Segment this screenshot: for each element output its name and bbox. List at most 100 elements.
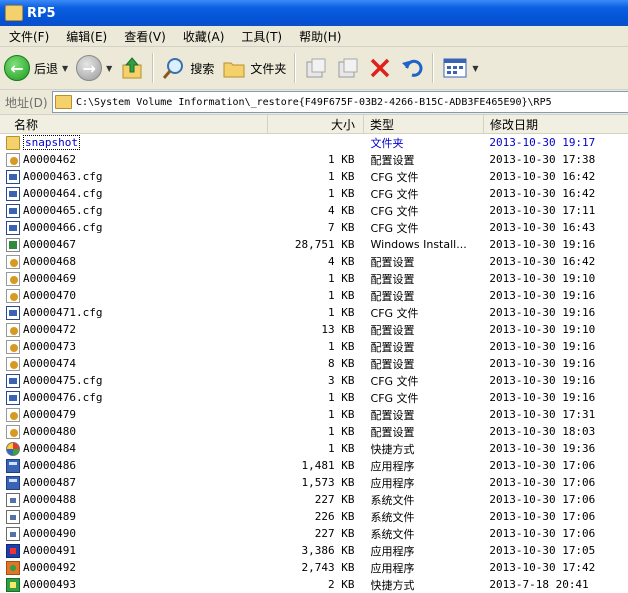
cfg-icon xyxy=(6,186,20,201)
file-name[interactable]: A0000489 xyxy=(23,510,76,523)
file-type: 配置设置 xyxy=(370,255,415,269)
folder-up-icon xyxy=(122,57,142,79)
file-name[interactable]: A0000472 xyxy=(23,323,76,336)
file-name[interactable]: A0000462 xyxy=(23,153,76,166)
file-date: 2013-10-30 17:06 xyxy=(489,510,596,523)
search-icon xyxy=(163,58,184,79)
file-name[interactable]: A0000488 xyxy=(23,493,76,506)
file-name[interactable]: A0000493 xyxy=(23,578,76,591)
file-row[interactable]: A0000467 28,751 KB Windows Install... 20… xyxy=(0,236,628,253)
address-input[interactable]: C:\System Volume Information\_restore{F4… xyxy=(52,91,628,113)
file-name[interactable]: A0000487 xyxy=(23,476,76,489)
file-name[interactable]: A0000466.cfg xyxy=(23,221,102,234)
file-row[interactable]: A0000489 226 KB 系统文件 2013-10-30 17:06 xyxy=(0,508,628,525)
file-name[interactable]: A0000463.cfg xyxy=(23,170,102,183)
file-row[interactable]: A0000487 1,573 KB 应用程序 2013-10-30 17:06 xyxy=(0,474,628,491)
file-name[interactable]: A0000465.cfg xyxy=(23,204,102,217)
file-name[interactable]: A0000468 xyxy=(23,255,76,268)
file-row[interactable]: A0000469 1 KB 配置设置 2013-10-30 19:10 xyxy=(0,270,628,287)
file-row[interactable]: A0000463.cfg 1 KB CFG 文件 2013-10-30 16:4… xyxy=(0,168,628,185)
copy-to-button[interactable] xyxy=(332,51,364,85)
file-name[interactable]: A0000473 xyxy=(23,340,76,353)
file-row[interactable]: A0000486 1,481 KB 应用程序 2013-10-30 17:06 xyxy=(0,457,628,474)
file-name[interactable]: A0000486 xyxy=(23,459,76,472)
file-date: 2013-10-30 19:16 xyxy=(489,340,596,353)
file-row[interactable]: A0000473 1 KB 配置设置 2013-10-30 19:16 xyxy=(0,338,628,355)
chevron-down-icon[interactable]: ▼ xyxy=(472,64,478,73)
file-row[interactable]: snapshot 文件夹 2013-10-30 19:17 xyxy=(0,134,628,151)
forward-button[interactable]: → ▼ xyxy=(72,51,116,85)
column-size[interactable]: 大小 xyxy=(268,115,364,133)
file-date: 2013-10-30 19:10 xyxy=(489,323,596,336)
file-row[interactable]: A0000472 13 KB 配置设置 2013-10-30 19:10 xyxy=(0,321,628,338)
file-row[interactable]: A0000484 1 KB 快捷方式 2013-10-30 19:36 xyxy=(0,440,628,457)
menu-edit[interactable]: 编辑(E) xyxy=(57,28,115,45)
file-name[interactable]: A0000479 xyxy=(23,408,76,421)
file-row[interactable]: A0000474 8 KB 配置设置 2013-10-30 19:16 xyxy=(0,355,628,372)
move-to-button[interactable] xyxy=(300,51,332,85)
file-size: 2,743 KB xyxy=(301,561,355,574)
gear-icon xyxy=(6,152,20,167)
gear-icon xyxy=(6,424,20,439)
file-type: CFG 文件 xyxy=(370,306,419,320)
file-name[interactable]: A0000464.cfg xyxy=(23,187,102,200)
views-button[interactable]: ▼ xyxy=(438,51,482,85)
file-row[interactable]: A0000462 1 KB 配置设置 2013-10-30 17:38 xyxy=(0,151,628,168)
folders-button[interactable]: 文件夹 xyxy=(218,51,290,85)
file-row[interactable]: A0000468 4 KB 配置设置 2013-10-30 16:42 xyxy=(0,253,628,270)
file-row[interactable]: A0000480 1 KB 配置设置 2013-10-30 18:03 xyxy=(0,423,628,440)
file-type: 应用程序 xyxy=(370,561,415,575)
file-row[interactable]: A0000493 2 KB 快捷方式 2013-7-18 20:41 xyxy=(0,576,628,593)
file-name[interactable]: A0000480 xyxy=(23,425,76,438)
menu-help[interactable]: 帮助(H) xyxy=(290,28,349,45)
file-name[interactable]: A0000467 xyxy=(23,238,76,251)
shortcut-green-icon xyxy=(6,577,20,592)
menu-tools[interactable]: 工具(T) xyxy=(232,28,290,45)
file-row[interactable]: A0000476.cfg 1 KB CFG 文件 2013-10-30 19:1… xyxy=(0,389,628,406)
back-button[interactable]: ← 后退 ▼ xyxy=(0,51,72,85)
file-name[interactable]: A0000470 xyxy=(23,289,76,302)
file-size: 1 KB xyxy=(328,442,355,455)
file-name[interactable]: A0000490 xyxy=(23,527,76,540)
file-row[interactable]: A0000490 227 KB 系统文件 2013-10-30 17:06 xyxy=(0,525,628,542)
menu-view[interactable]: 查看(V) xyxy=(115,28,174,45)
file-row[interactable]: A0000491 3,386 KB 应用程序 2013-10-30 17:05 xyxy=(0,542,628,559)
file-row[interactable]: A0000464.cfg 1 KB CFG 文件 2013-10-30 16:4… xyxy=(0,185,628,202)
column-name[interactable]: 名称 xyxy=(0,115,268,133)
file-name[interactable]: A0000474 xyxy=(23,357,76,370)
menu-file[interactable]: 文件(F) xyxy=(0,28,57,45)
file-name[interactable]: A0000491 xyxy=(23,544,76,557)
file-name[interactable]: A0000484 xyxy=(23,442,76,455)
search-button[interactable]: 搜索 xyxy=(158,51,218,85)
file-row[interactable]: A0000471.cfg 1 KB CFG 文件 2013-10-30 19:1… xyxy=(0,304,628,321)
file-row[interactable]: A0000488 227 KB 系统文件 2013-10-30 17:06 xyxy=(0,491,628,508)
file-row[interactable]: A0000492 2,743 KB 应用程序 2013-10-30 17:42 xyxy=(0,559,628,576)
toolbar-separator xyxy=(294,53,297,83)
menu-bar: 文件(F) 编辑(E) 查看(V) 收藏(A) 工具(T) 帮助(H) xyxy=(0,26,628,47)
file-row[interactable]: A0000475.cfg 3 KB CFG 文件 2013-10-30 19:1… xyxy=(0,372,628,389)
file-row[interactable]: A0000466.cfg 7 KB CFG 文件 2013-10-30 16:4… xyxy=(0,219,628,236)
file-row[interactable]: A0000479 1 KB 配置设置 2013-10-30 17:31 xyxy=(0,406,628,423)
column-date[interactable]: 修改日期 xyxy=(484,115,628,133)
gear-icon xyxy=(6,288,20,303)
file-name[interactable]: A0000471.cfg xyxy=(23,306,102,319)
undo-button[interactable] xyxy=(396,51,428,85)
file-name[interactable]: A0000476.cfg xyxy=(23,391,102,404)
file-row[interactable]: A0000465.cfg 4 KB CFG 文件 2013-10-30 17:1… xyxy=(0,202,628,219)
address-label: 地址(D) xyxy=(5,95,48,110)
up-button[interactable] xyxy=(116,51,148,85)
file-row[interactable]: A0000470 1 KB 配置设置 2013-10-30 19:16 xyxy=(0,287,628,304)
file-type: CFG 文件 xyxy=(370,374,419,388)
column-type[interactable]: 类型 xyxy=(364,115,484,133)
file-size: 1 KB xyxy=(328,408,355,421)
chevron-down-icon[interactable]: ▼ xyxy=(62,64,68,73)
file-name[interactable]: A0000475.cfg xyxy=(23,374,102,387)
file-name[interactable]: snapshot xyxy=(23,135,80,150)
menu-favorites[interactable]: 收藏(A) xyxy=(174,28,233,45)
toolbar-separator xyxy=(152,53,155,83)
file-name[interactable]: A0000492 xyxy=(23,561,76,574)
delete-button[interactable] xyxy=(364,51,396,85)
file-type: 配置设置 xyxy=(370,425,415,439)
file-name[interactable]: A0000469 xyxy=(23,272,76,285)
chevron-down-icon[interactable]: ▼ xyxy=(106,64,112,73)
